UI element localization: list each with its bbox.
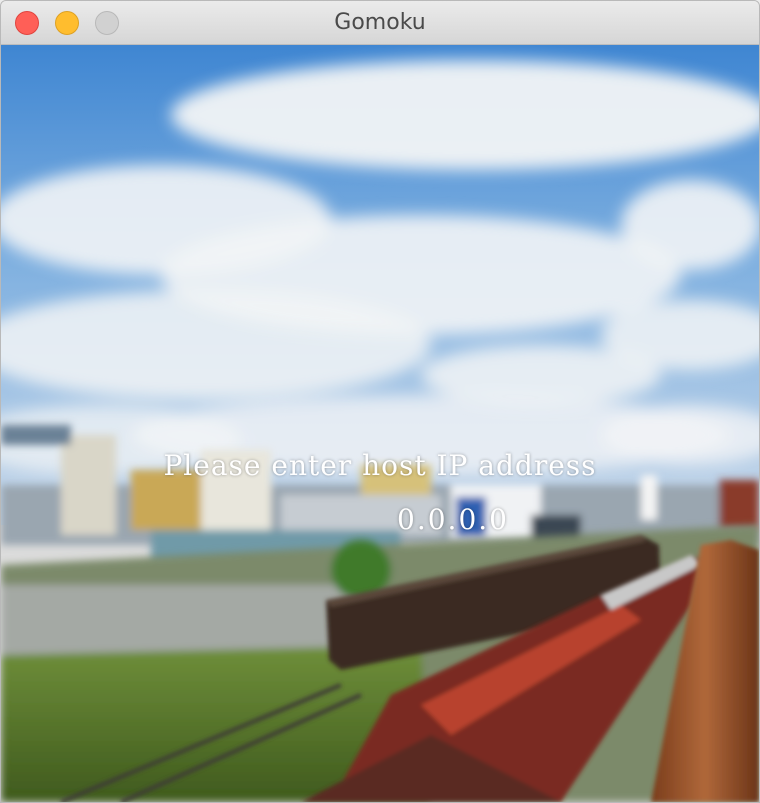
railway-harbor-photo: [1, 45, 759, 802]
background-photo: Please enter host IP address: [1, 45, 759, 802]
app-window: Gomoku Please enter host IP address 0.0.…: [0, 0, 760, 803]
ip-address-input[interactable]: [341, 499, 565, 539]
ip-prompt-label: Please enter host IP address: [163, 449, 597, 482]
window-title: Gomoku: [334, 10, 426, 35]
title-bar[interactable]: Gomoku: [1, 1, 759, 45]
